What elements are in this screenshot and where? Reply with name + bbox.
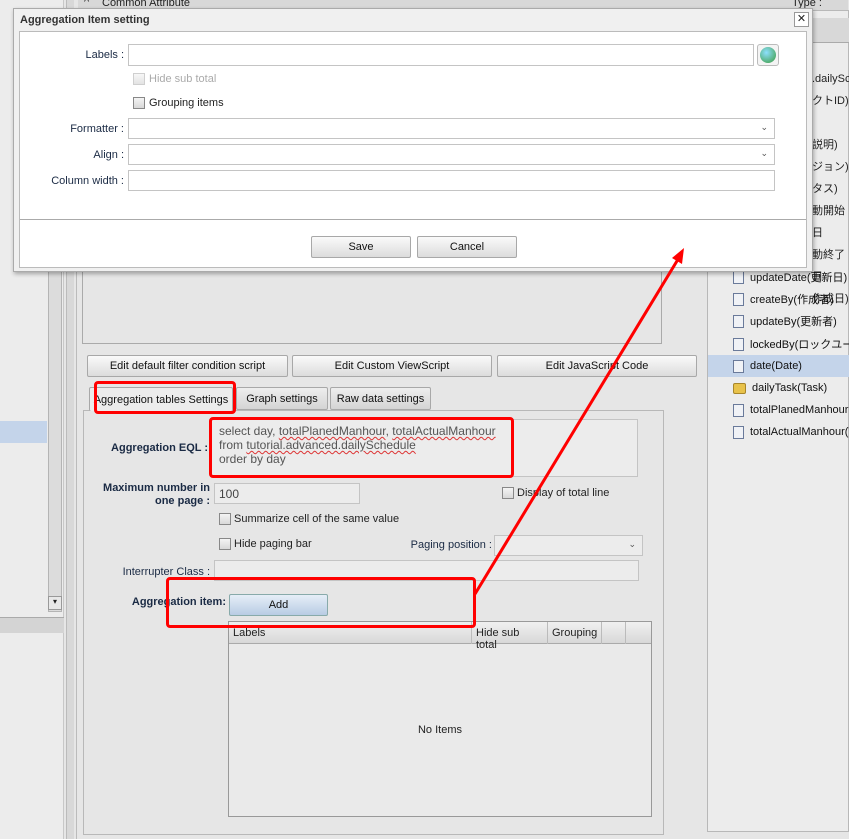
annotation-arrow <box>473 248 684 595</box>
